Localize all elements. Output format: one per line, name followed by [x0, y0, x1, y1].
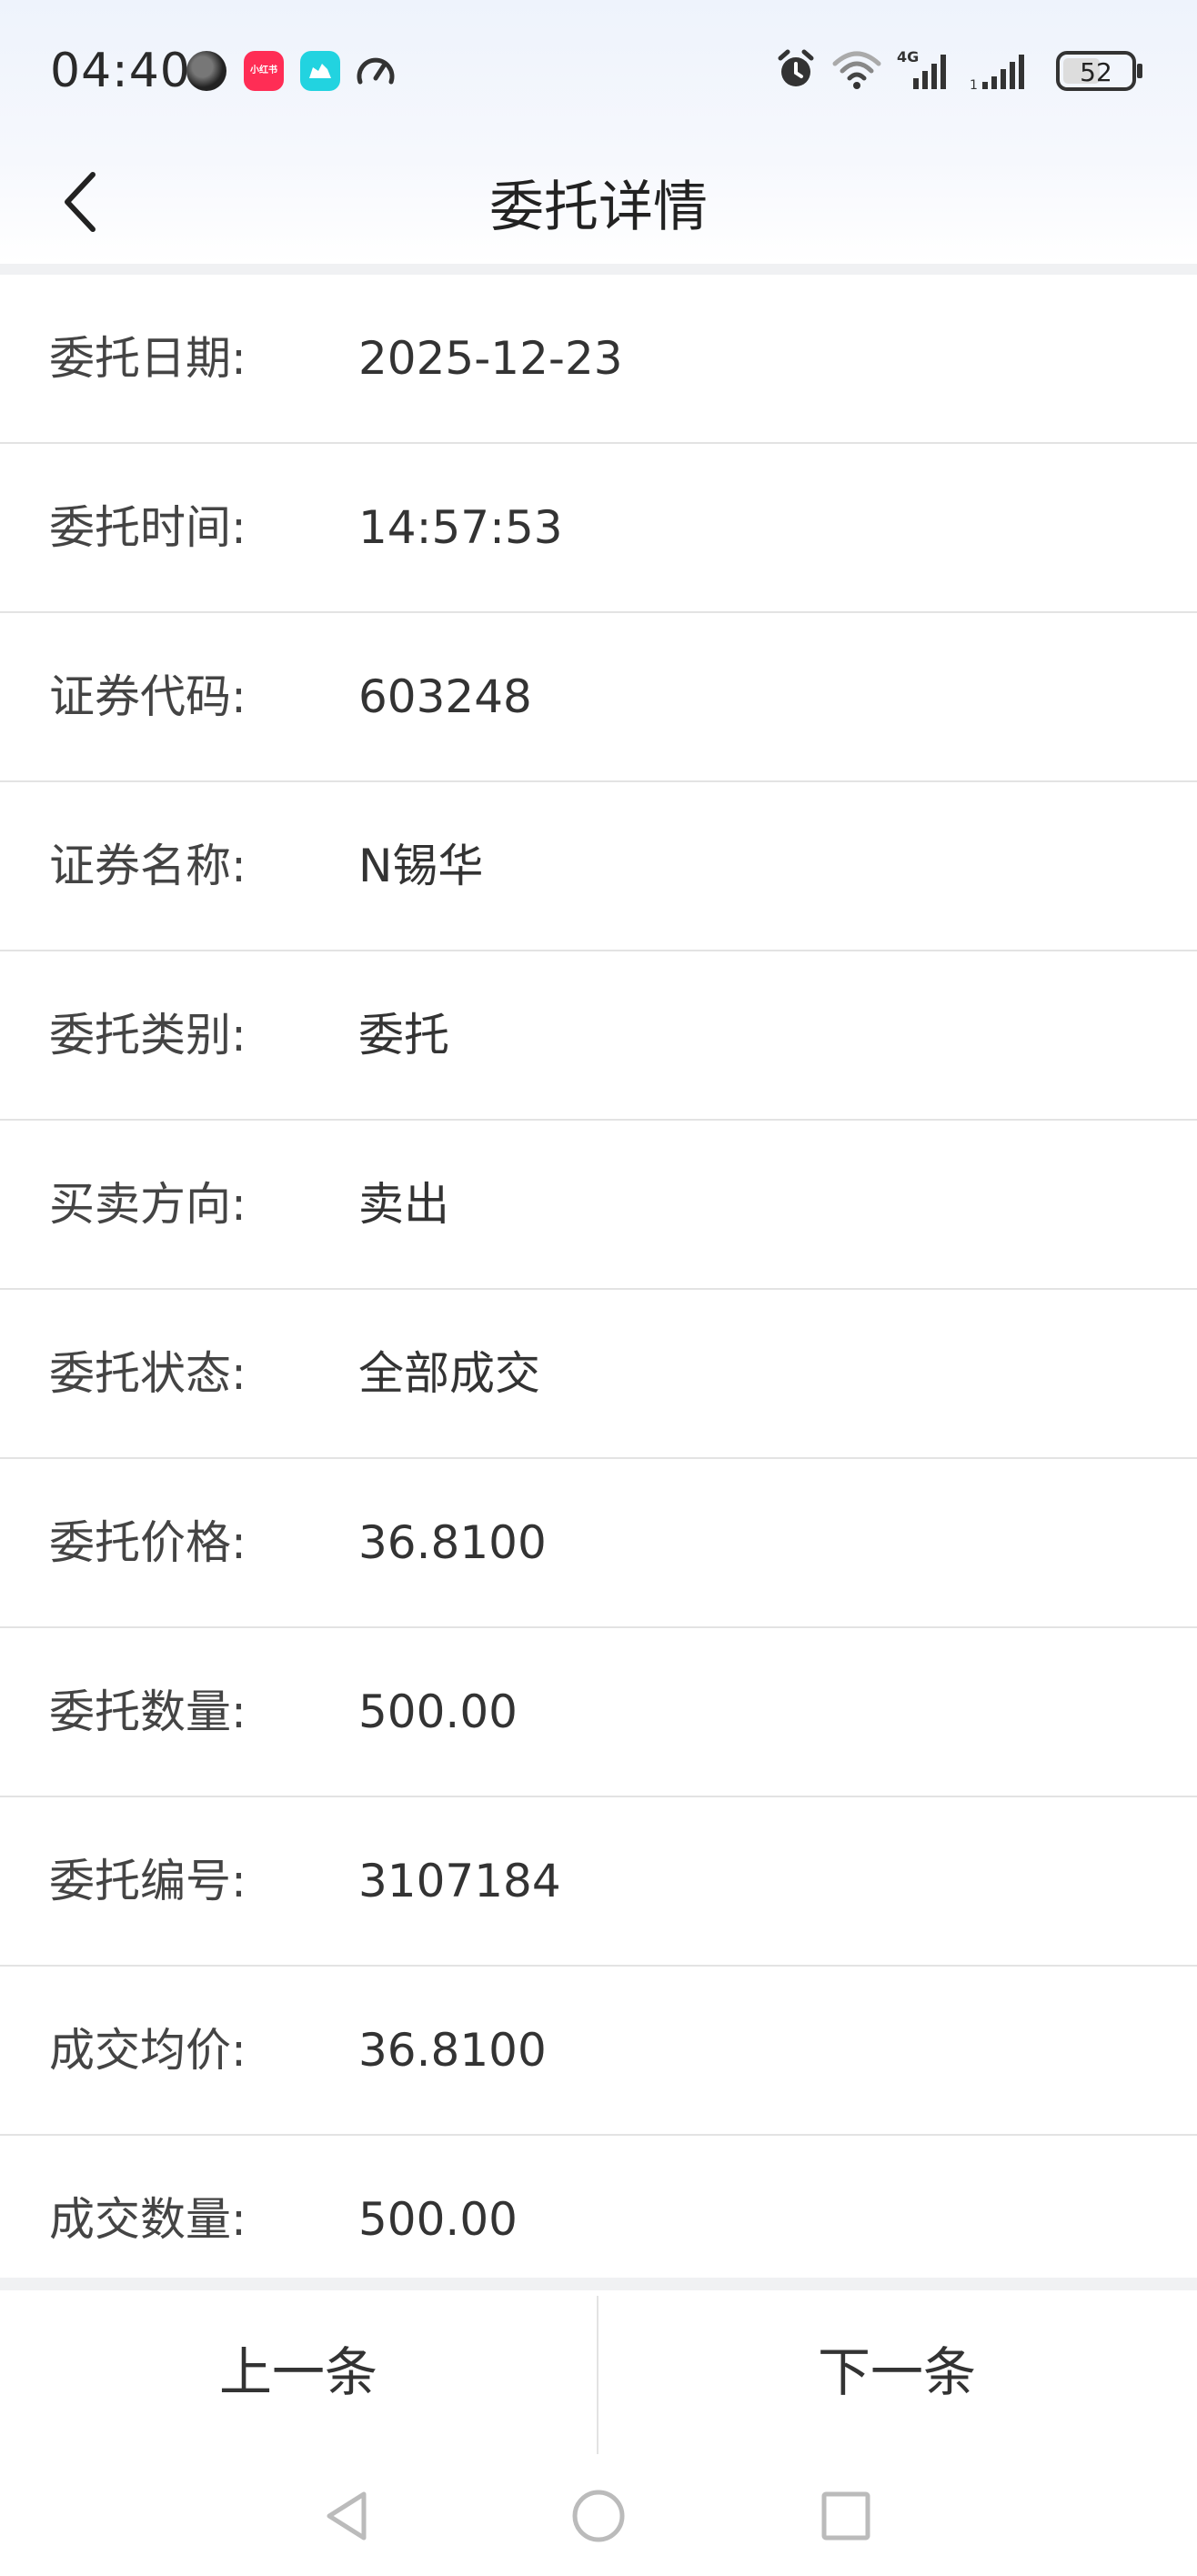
- detail-row-order-type: 委托类别: 委托: [0, 951, 1197, 1121]
- detail-label: 委托数量:: [49, 1685, 246, 1738]
- section-divider-bottom: [0, 2278, 1197, 2290]
- system-back-button[interactable]: [322, 2489, 373, 2547]
- detail-value: 委托: [358, 1009, 449, 1062]
- alarm-icon: [773, 47, 819, 96]
- triangle-back-icon: [327, 2491, 367, 2541]
- detail-row-order-quantity: 委托数量: 500.00: [0, 1628, 1197, 1797]
- detail-row-security-name: 证券名称: N锡华: [0, 782, 1197, 951]
- section-divider: [0, 264, 1197, 275]
- detail-row-order-time: 委托时间: 14:57:53: [0, 444, 1197, 613]
- detail-value: 全部成交: [358, 1347, 540, 1400]
- square-recents-icon: [821, 2491, 870, 2541]
- detail-row-trade-direction: 买卖方向: 卖出: [0, 1121, 1197, 1290]
- detail-row-security-code: 证券代码: 603248: [0, 613, 1197, 782]
- detail-value: 36.8100: [358, 1516, 547, 1569]
- speedometer-icon: [355, 51, 395, 91]
- signal-4g-icon: 4G: [897, 47, 955, 96]
- system-home-button[interactable]: [571, 2489, 626, 2547]
- detail-label: 证券代码:: [49, 670, 246, 723]
- detail-row-order-number: 委托编号: 3107184: [0, 1797, 1197, 1967]
- detail-row-order-date: 委托日期: 2025-12-23: [0, 275, 1197, 444]
- detail-label: 委托价格:: [49, 1516, 246, 1569]
- detail-value: 卖出: [358, 1178, 449, 1231]
- detail-label: 成交均价:: [49, 2024, 246, 2077]
- circle-home-icon: [572, 2490, 625, 2542]
- wifi-icon: [831, 47, 882, 96]
- signal-sim2-icon: 1: [970, 47, 1042, 96]
- navigation-bar: 委托详情: [0, 146, 1197, 264]
- detail-label: 委托状态:: [49, 1347, 246, 1400]
- detail-value: N锡华: [358, 840, 484, 892]
- status-bar: 04:40 小红书 4G 1 52: [0, 0, 1197, 146]
- detail-value: 14:57:53: [358, 501, 563, 554]
- detail-row-order-price: 委托价格: 36.8100: [0, 1459, 1197, 1628]
- detail-label: 证券名称:: [49, 840, 246, 892]
- previous-button[interactable]: 上一条: [0, 2290, 597, 2454]
- detail-label: 委托日期:: [49, 332, 246, 385]
- detail-value: 3107184: [358, 1855, 561, 1907]
- detail-value: 603248: [358, 670, 532, 723]
- avatar-app-icon: [186, 51, 226, 91]
- next-button[interactable]: 下一条: [598, 2290, 1195, 2454]
- camel-app-icon: [300, 51, 340, 91]
- status-time: 04:40: [50, 44, 191, 98]
- pagination-bar: 上一条 下一条: [0, 2290, 1197, 2454]
- detail-value: 2025-12-23: [358, 332, 623, 385]
- detail-row-avg-fill-price: 成交均价: 36.8100: [0, 1967, 1197, 2136]
- battery-level: 52: [1080, 57, 1112, 87]
- detail-label: 委托时间:: [49, 501, 246, 554]
- page-title: 委托详情: [489, 176, 708, 239]
- detail-value: 36.8100: [358, 2024, 547, 2077]
- order-detail-list: 委托日期: 2025-12-23 委托时间: 14:57:53 证券代码: 60324…: [0, 275, 1197, 2319]
- detail-label: 买卖方向:: [49, 1178, 246, 1231]
- detail-row-order-status: 委托状态: 全部成交: [0, 1290, 1197, 1459]
- svg-text:1: 1: [970, 78, 978, 93]
- battery-icon: 52: [1055, 49, 1146, 96]
- detail-value: 500.00: [358, 1685, 518, 1738]
- network-type-text: 4G: [897, 48, 919, 65]
- system-navigation-bar: [0, 2454, 1197, 2576]
- detail-label: 委托类别:: [49, 1009, 246, 1062]
- xiaohongshu-app-icon: 小红书: [244, 51, 284, 91]
- system-recents-button[interactable]: [820, 2489, 871, 2547]
- detail-label: 委托编号:: [49, 1855, 246, 1907]
